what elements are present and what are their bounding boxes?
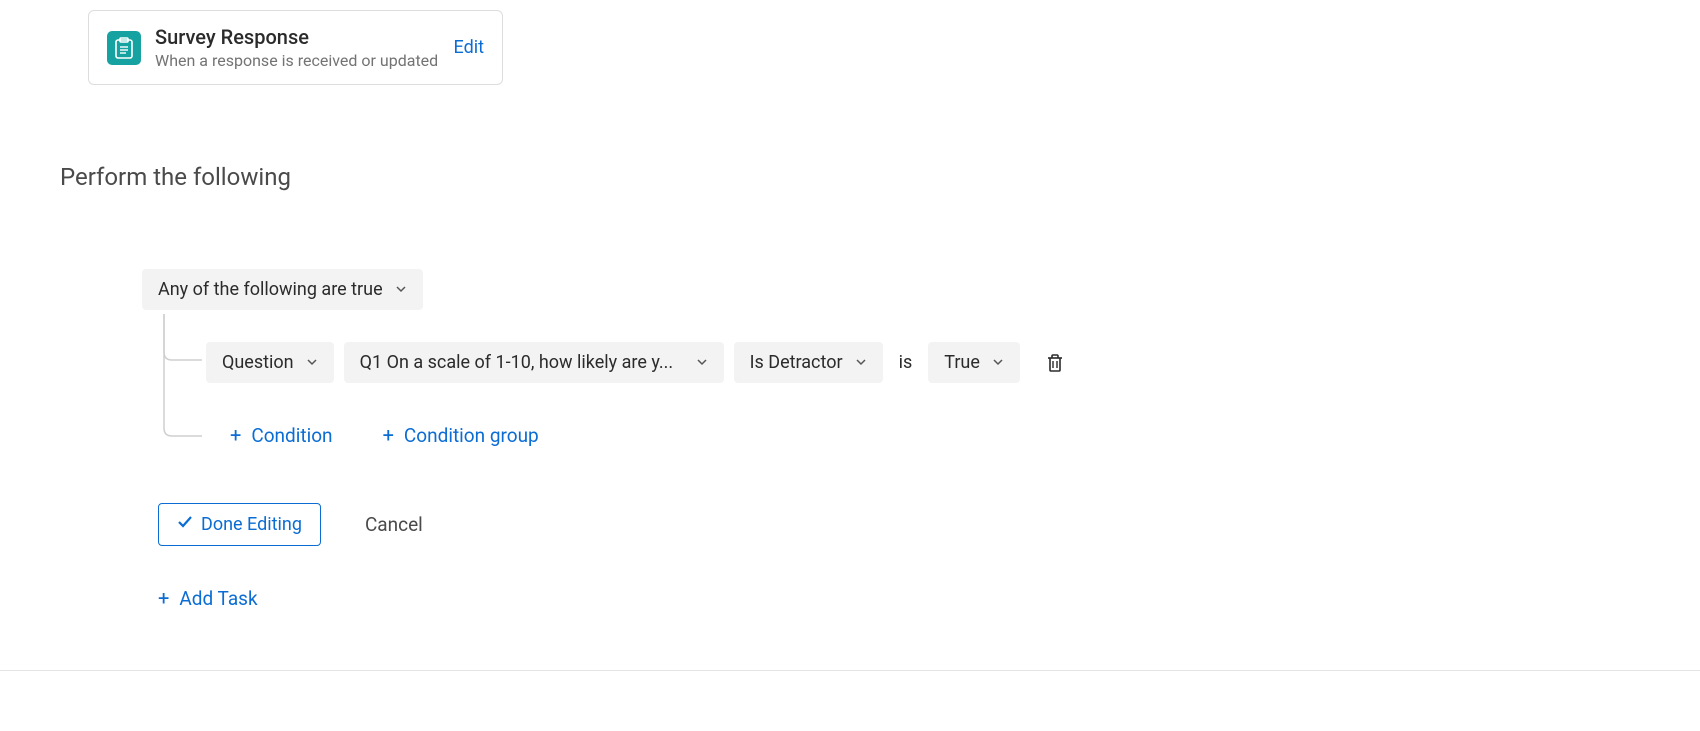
- trigger-title: Survey Response: [155, 25, 440, 49]
- chevron-down-icon: [855, 352, 867, 373]
- condition-metric-dropdown[interactable]: Is Detractor: [734, 342, 883, 383]
- conditions-area: Any of the following are true Question Q…: [142, 269, 1700, 447]
- condition-question-dropdown[interactable]: Q1 On a scale of 1-10, how likely are y.…: [344, 342, 724, 383]
- add-task-button[interactable]: + Add Task: [158, 586, 258, 610]
- condition-source-label: Question: [222, 352, 294, 373]
- done-editing-label: Done Editing: [201, 514, 302, 535]
- condition-value-label: True: [944, 352, 980, 373]
- comparator-text: is: [893, 352, 919, 373]
- done-editing-button[interactable]: Done Editing: [158, 503, 321, 546]
- add-condition-row: + Condition + Condition group: [230, 423, 1700, 447]
- plus-icon: +: [158, 586, 169, 610]
- group-operator-dropdown[interactable]: Any of the following are true: [142, 269, 423, 310]
- action-row: Done Editing Cancel: [158, 503, 1700, 546]
- condition-row: Question Q1 On a scale of 1-10, how like…: [206, 342, 1070, 383]
- add-condition-label: Condition: [251, 424, 332, 447]
- chevron-down-icon: [992, 352, 1004, 373]
- plus-icon: +: [383, 423, 394, 447]
- clipboard-icon: [107, 31, 141, 65]
- chevron-down-icon: [395, 279, 407, 300]
- group-operator-label: Any of the following are true: [158, 279, 383, 300]
- add-condition-group-label: Condition group: [404, 424, 539, 447]
- tree-connector: [158, 314, 206, 444]
- trash-icon: [1046, 353, 1064, 373]
- edit-trigger-link[interactable]: Edit: [454, 37, 484, 58]
- trigger-text-block: Survey Response When a response is recei…: [155, 25, 440, 70]
- add-task-label: Add Task: [179, 587, 257, 610]
- cancel-button[interactable]: Cancel: [365, 513, 423, 536]
- trigger-subtitle: When a response is received or updated: [155, 51, 440, 70]
- condition-question-label: Q1 On a scale of 1-10, how likely are y.…: [360, 352, 674, 373]
- check-icon: [177, 514, 193, 535]
- condition-rows-wrap: Question Q1 On a scale of 1-10, how like…: [166, 342, 1700, 447]
- condition-metric-label: Is Detractor: [750, 352, 843, 373]
- divider: [0, 670, 1700, 671]
- trigger-card: Survey Response When a response is recei…: [88, 10, 503, 85]
- add-task-row: + Add Task: [158, 586, 1700, 610]
- condition-value-dropdown[interactable]: True: [928, 342, 1020, 383]
- add-condition-button[interactable]: + Condition: [230, 423, 333, 447]
- section-heading: Perform the following: [60, 163, 1700, 191]
- chevron-down-icon: [696, 352, 708, 373]
- add-condition-group-button[interactable]: + Condition group: [383, 423, 539, 447]
- delete-condition-button[interactable]: [1040, 347, 1070, 379]
- condition-source-dropdown[interactable]: Question: [206, 342, 334, 383]
- chevron-down-icon: [306, 352, 318, 373]
- plus-icon: +: [230, 423, 241, 447]
